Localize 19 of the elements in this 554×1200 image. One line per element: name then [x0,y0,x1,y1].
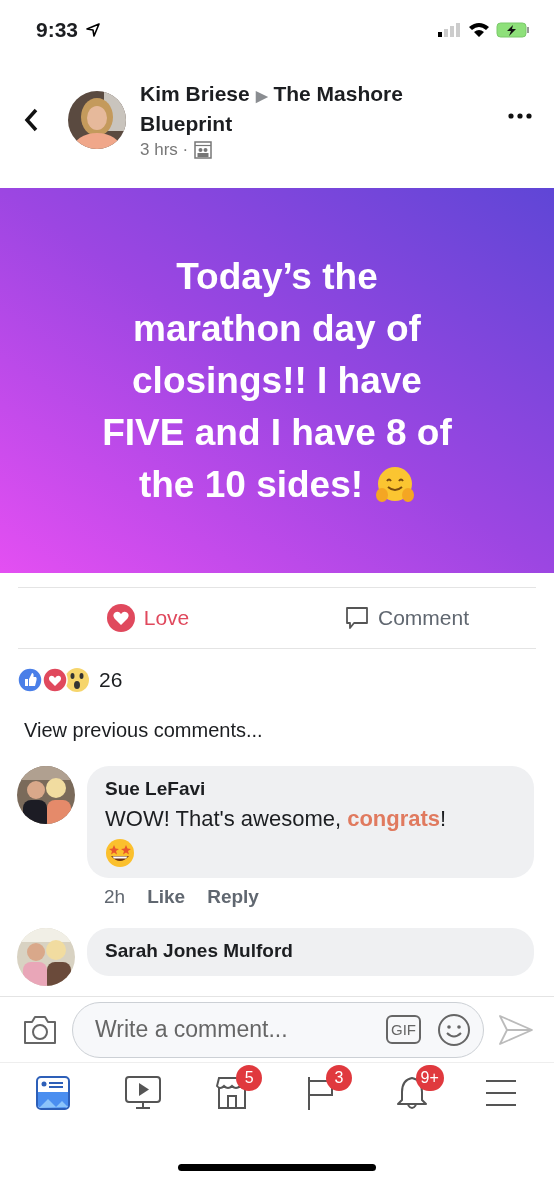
post-title[interactable]: Kim Briese ▶ The Mashore Blueprint [140,80,460,138]
gif-button[interactable]: GIF [386,1015,421,1044]
commenter-name[interactable]: Sue LeFavi [105,778,516,800]
notification-badge: 3 [325,1065,352,1091]
comment-button[interactable]: Comment [277,588,536,648]
status-time: 9:33 [36,18,79,42]
reaction-count[interactable]: 26 [99,668,123,692]
like-link[interactable]: Like [147,886,186,908]
post-text: the 10 sides! [138,462,364,507]
post-time: 3 hrs · [140,140,189,160]
comment-field[interactable]: Write a comment... GIF [72,1001,484,1058]
commenter-name[interactable]: Sarah Jones Mulford [105,940,516,962]
notification-badge: 5 [236,1065,263,1091]
notification-badge: 9+ [415,1065,444,1091]
view-previous-comments-link[interactable]: View previous comments... [0,693,554,742]
comment-text: WOW! That's awesome, congrats! [105,805,448,833]
love-button[interactable]: Love [18,588,277,648]
reply-link[interactable]: Reply [207,886,259,908]
comment-time: 2h [104,886,126,908]
